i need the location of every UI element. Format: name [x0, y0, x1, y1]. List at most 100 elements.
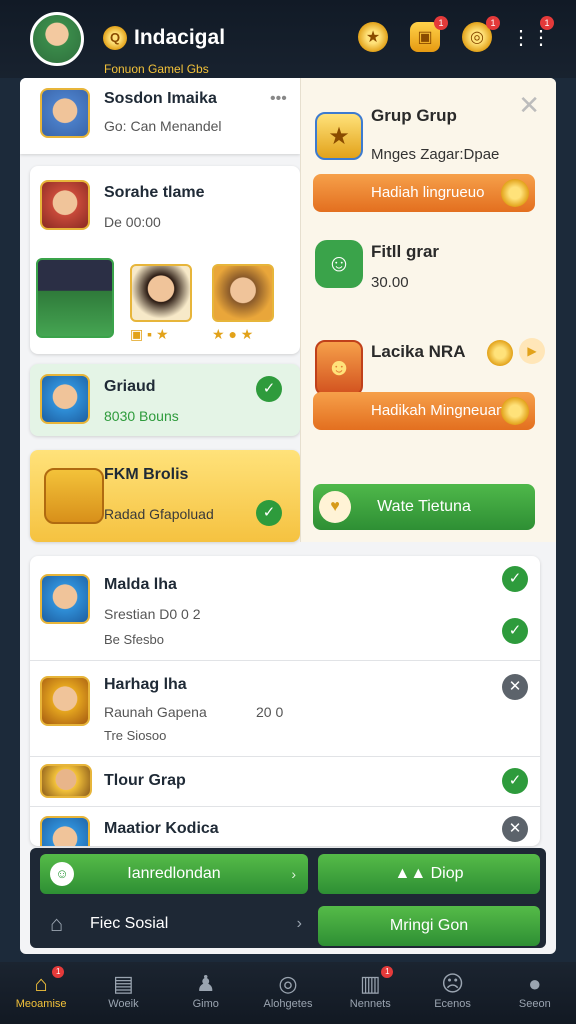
avatar — [40, 374, 90, 424]
player-thumbnail[interactable] — [130, 264, 192, 322]
coin-icon — [487, 340, 513, 366]
profile-icon: ● — [528, 971, 542, 996]
item-title: Sorahe tlame — [104, 184, 205, 201]
gift-icon: ☺ — [315, 240, 363, 288]
app-title: Indacigal — [134, 26, 226, 49]
compass-icon: ◎ — [278, 971, 298, 996]
secondary-action-label: Mringi Gon — [389, 917, 469, 934]
avatar — [40, 764, 92, 798]
item-title: Malda lha — [104, 576, 177, 593]
item-subtitle: Srestian D0 0 2 — [104, 606, 201, 622]
section-title: Lacika NRA — [371, 342, 466, 361]
chevron-right-icon: › — [296, 915, 302, 932]
reward-button[interactable]: Hadiah lingrueuo — [313, 174, 535, 212]
nav-label: Woeik — [108, 998, 139, 1010]
smile-icon: ☺ — [50, 862, 74, 886]
ticket-icon — [44, 468, 104, 524]
check-icon[interactable]: ✓ — [502, 768, 528, 794]
list-item[interactable]: Griaud 8030 Bouns ✓ — [30, 364, 300, 436]
primary-action-label: Ianredlondan — [127, 865, 221, 882]
drop-button[interactable]: ▲▲ Diop — [318, 854, 540, 894]
chest-badge: 1 — [434, 16, 448, 30]
list-item[interactable]: Sosdon Imaika Go: Can Menandel ••• — [20, 78, 300, 154]
item-subtitle: 8030 Bouns — [104, 408, 179, 424]
section-title: Fitll grar — [371, 242, 440, 261]
nav-item-scenes[interactable]: ☹ Ecenos — [411, 962, 493, 1024]
nav-item-gimo[interactable]: ♟ Gimo — [165, 962, 247, 1024]
list-item[interactable]: Malda lha Srestian D0 0 2 Be Sfesbo ✓ ✓ — [30, 556, 540, 660]
item-subtitle: Raunah Gapena — [104, 704, 207, 720]
item-value: 20 0 — [256, 704, 284, 720]
home-icon: ⌂ — [34, 971, 48, 996]
check-icon[interactable]: ✓ — [256, 500, 282, 526]
cards-icon: ▤ — [113, 971, 134, 996]
social-row[interactable]: ⌂ Fiec Sosial › — [36, 904, 308, 944]
nav-label: Nennets — [349, 998, 391, 1010]
nav-label: Meoamise — [15, 998, 67, 1010]
item-title: Griaud — [104, 378, 156, 395]
nav-item-events[interactable]: ▥ 1 Nennets — [329, 962, 411, 1024]
nav-label: Gimo — [192, 998, 219, 1010]
game-thumbnail[interactable] — [36, 258, 114, 338]
reward-button[interactable]: Hadikah Mingneuan — [313, 392, 535, 430]
main-panel: Sosdon Imaika Go: Can Menandel ••• Sorah… — [20, 78, 556, 954]
item-meta: Be Sfesbo — [104, 632, 164, 647]
ice-cream-icon: ♥ — [319, 491, 351, 523]
nav-label: Seeon — [518, 998, 551, 1010]
trophy-icon[interactable]: ★ — [358, 22, 388, 52]
avatar — [40, 816, 90, 846]
coin-icon — [501, 397, 529, 425]
reward-button-label: Hadikah Mingneuan — [371, 402, 505, 419]
player-list: Malda lha Srestian D0 0 2 Be Sfesbo ✓ ✓ … — [30, 556, 540, 846]
check-icon[interactable]: ✓ — [502, 618, 528, 644]
secondary-action-button[interactable]: Mringi Gon — [318, 906, 540, 946]
avatar — [40, 88, 90, 138]
rating-stars-icon: ▣ ▪ ★ — [130, 326, 169, 342]
item-title: Maatior Kodica — [104, 820, 219, 837]
user-avatar[interactable] — [30, 12, 84, 66]
check-icon[interactable]: ✓ — [256, 376, 282, 402]
nav-item-week[interactable]: ▤ Woeik — [82, 962, 164, 1024]
chest-icon[interactable]: ▣ 1 — [410, 16, 448, 52]
more-options-icon[interactable]: ••• — [270, 90, 287, 108]
nav-label: Ecenos — [434, 998, 471, 1010]
house-icon: ⌂ — [50, 911, 64, 936]
list-item[interactable]: Harhag lha Raunah Gapena 20 0 Tre Siosoo… — [30, 660, 540, 756]
section-value: 30.00 — [371, 274, 409, 291]
nav-item-profile[interactable]: ● Seeon — [494, 962, 576, 1024]
check-icon[interactable]: ✓ — [502, 566, 528, 592]
more-icon[interactable]: ⋮⋮ 1 — [511, 16, 554, 52]
watch-button-label: Wate Tietuna — [377, 498, 471, 515]
watch-button[interactable]: ♥ Wate Tietuna — [313, 484, 535, 530]
item-subtitle: Radad Gfapoluad — [104, 506, 214, 522]
player-thumbnail[interactable] — [212, 264, 274, 322]
coin-card-icon: ☻ — [315, 340, 363, 396]
coin-icon[interactable]: ◎ 1 — [462, 16, 500, 52]
item-title: Sosdon Imaika — [104, 90, 217, 107]
reward-button-label: Hadiah lingrueuo — [371, 184, 485, 201]
list-item[interactable]: Sorahe tlame De 00:00 ▣ ▪ ★ ★ ● ★ — [30, 166, 300, 354]
list-item[interactable]: Maatior Kodica ✕ — [30, 806, 540, 846]
nav-item-explore[interactable]: ◎ Alohgetes — [247, 962, 329, 1024]
close-icon[interactable]: ✕ — [518, 90, 540, 121]
item-subtitle: Go: Can Menandel — [104, 118, 222, 134]
more-badge: 1 — [540, 16, 554, 30]
nav-label: Alohgetes — [263, 998, 313, 1010]
rating-stars-icon: ★ ● ★ — [212, 326, 254, 342]
close-icon[interactable]: ✕ — [502, 674, 528, 700]
close-icon[interactable]: ✕ — [502, 816, 528, 842]
app-logo-icon: Q — [103, 26, 127, 50]
chevron-right-icon: › — [291, 866, 296, 882]
item-title: Tlour Grap — [104, 772, 186, 789]
list-item[interactable]: Tlour Grap ✓ — [30, 756, 540, 806]
list-item[interactable]: FKM Brolis Radad Gfapoluad ✓ — [30, 450, 300, 542]
nav-item-home[interactable]: ⌂ 1 Meoamise — [0, 962, 82, 1024]
item-title: FKM Brolis — [104, 466, 189, 483]
avatar — [40, 180, 90, 230]
calendar-icon: ▥ — [359, 971, 381, 996]
primary-action-button[interactable]: ☺ Ianredlondan › — [40, 854, 308, 894]
star-badge-icon: ★ — [315, 112, 363, 160]
coin-icon — [501, 179, 529, 207]
list-column: Sosdon Imaika Go: Can Menandel ••• Sorah… — [20, 78, 540, 954]
play-icon[interactable]: ▶ — [519, 338, 545, 364]
